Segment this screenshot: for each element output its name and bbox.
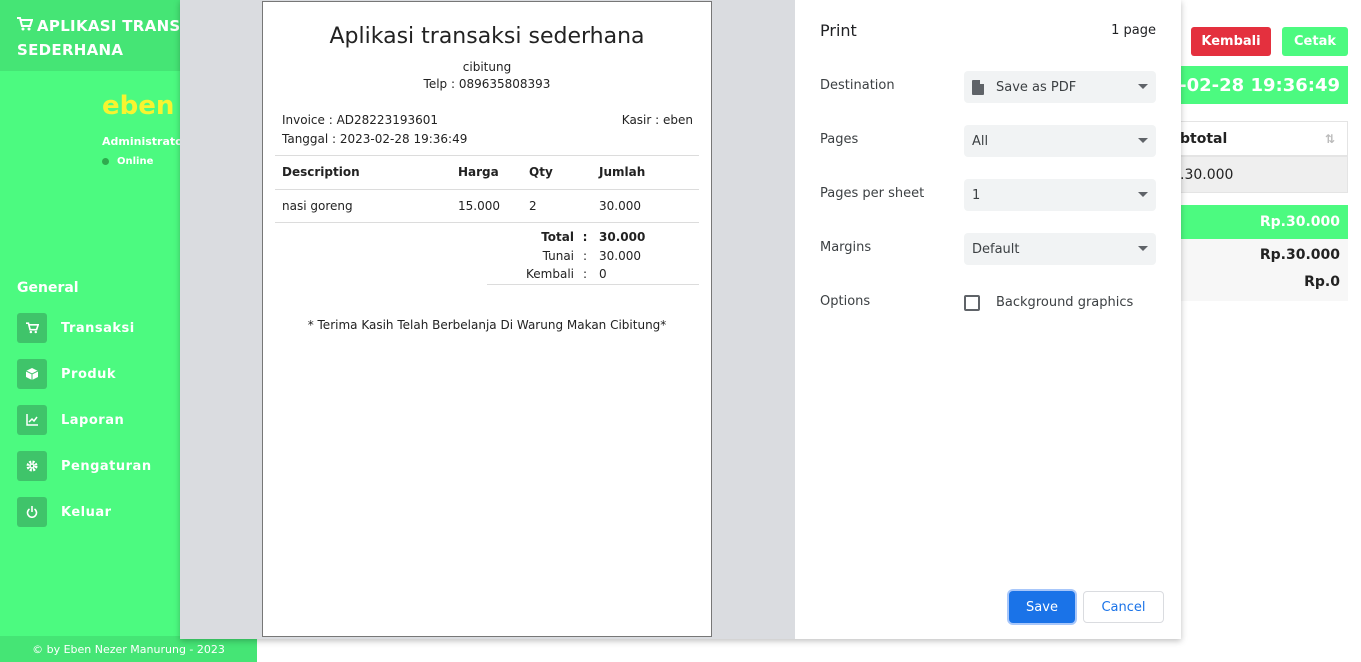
gear-icon: [17, 451, 47, 481]
receipt-cashier: Kasir : eben: [621, 113, 693, 127]
receipt-phone: Telp : 089635808393: [423, 77, 551, 91]
pages-label: Pages: [820, 132, 859, 147]
sidebar-item-label: Transaksi: [61, 320, 135, 336]
pages-per-sheet-select[interactable]: 1: [964, 179, 1156, 211]
divider: [275, 222, 699, 223]
cancel-button[interactable]: Cancel: [1083, 591, 1164, 623]
cash-value: 30.000: [599, 249, 641, 263]
total-value: 30.000: [599, 230, 646, 244]
print-settings-panel: Print 1 page Destination Save as PDF Pag…: [795, 0, 1181, 639]
table-header-subtotal[interactable]: btotal ⇅: [1175, 121, 1348, 156]
total-display: Rp.30.000: [1175, 205, 1348, 239]
power-icon: [17, 497, 47, 527]
receipt-city: cibitung: [462, 60, 512, 74]
total-colon: :: [582, 230, 588, 244]
destination-label: Destination: [820, 78, 895, 93]
item-price: 15.000: [458, 199, 500, 213]
user-status-text: Online: [117, 156, 154, 167]
payment-summary: Rp.30.000 Rp.0: [1175, 239, 1348, 301]
app-footer: © by Eben Nezer Manurung - 2023: [0, 636, 257, 662]
sidebar-item-label: Pengaturan: [61, 458, 152, 474]
margins-label: Margins: [820, 240, 872, 255]
chevron-down-icon: [1138, 192, 1148, 197]
col-header-description: Description: [282, 165, 360, 179]
change-value: 0: [599, 267, 607, 281]
chevron-down-icon: [1138, 84, 1148, 89]
brand-title-line1: APLIKASI TRANSA: [37, 17, 193, 35]
cash-colon: :: [582, 249, 588, 263]
save-button[interactable]: Save: [1009, 591, 1075, 623]
table-cell-subtotal: .30.000: [1175, 156, 1348, 193]
total-label: Total: [541, 230, 574, 244]
print-title: Print: [820, 21, 857, 40]
box-icon: [17, 359, 47, 389]
col-header-price: Harga: [458, 165, 499, 179]
background-graphics-checkbox[interactable]: [964, 295, 980, 311]
pages-per-sheet-label: Pages per sheet: [820, 186, 925, 201]
brand-title-line2: SEDERHANA: [17, 41, 124, 59]
pages-value: All: [972, 133, 989, 149]
item-description: nasi goreng: [282, 199, 353, 213]
receipt-thanks: * Terima Kasih Telah Berbelanja Di Warun…: [307, 318, 667, 332]
background-graphics-label[interactable]: Background graphics: [996, 295, 1133, 310]
kembali-button[interactable]: Kembali: [1191, 27, 1271, 56]
divider: [275, 189, 699, 190]
cash-label: Tunai: [542, 249, 574, 263]
receipt-date: Tanggal : 2023-02-28 19:36:49: [282, 132, 468, 146]
status-dot-icon: [102, 157, 109, 165]
pages-per-sheet-value: 1: [972, 187, 981, 203]
sort-icon: ⇅: [1324, 132, 1335, 146]
destination-select[interactable]: Save as PDF: [964, 71, 1156, 103]
chevron-down-icon: [1138, 246, 1148, 251]
change-amount: Rp.0: [1304, 274, 1340, 290]
col-header-amount: Jumlah: [599, 165, 646, 179]
table-header-label: btotal: [1180, 130, 1228, 147]
paid-amount: Rp.30.000: [1259, 247, 1340, 263]
sidebar-item-label: Keluar: [61, 504, 112, 520]
divider: [275, 155, 699, 156]
margins-select[interactable]: Default: [964, 233, 1156, 265]
page-count: 1 page: [1111, 23, 1156, 38]
margins-value: Default: [972, 241, 1020, 257]
cart-icon: [17, 14, 34, 38]
receipt-title: Aplikasi transaksi sederhana: [329, 24, 645, 49]
user-status: Online: [102, 156, 153, 167]
sidebar-item-label: Produk: [61, 366, 117, 382]
col-header-qty: Qty: [529, 165, 553, 179]
item-qty: 2: [529, 199, 537, 213]
sidebar-item-label: Laporan: [61, 412, 125, 428]
change-colon: :: [582, 267, 588, 281]
chart-icon: [17, 405, 47, 435]
receipt-preview-page: Aplikasi transaksi sederhana cibitung Te…: [262, 1, 712, 637]
cetak-button[interactable]: Cetak: [1282, 27, 1348, 56]
change-label: Kembali: [526, 267, 574, 281]
pages-select[interactable]: All: [964, 125, 1156, 157]
item-amount: 30.000: [599, 199, 641, 213]
options-label: Options: [820, 294, 871, 309]
divider: [487, 284, 699, 285]
cart-icon: [17, 313, 47, 343]
section-title: General: [17, 280, 79, 296]
receipt-invoice: Invoice : AD28223193601: [282, 113, 439, 127]
user-role: Administrato: [102, 135, 183, 148]
user-name: eben: [102, 91, 175, 121]
datetime-display: 23-02-28 19:36:49: [1175, 66, 1348, 104]
file-icon: [972, 79, 984, 95]
destination-value: Save as PDF: [996, 79, 1077, 95]
chevron-down-icon: [1138, 138, 1148, 143]
